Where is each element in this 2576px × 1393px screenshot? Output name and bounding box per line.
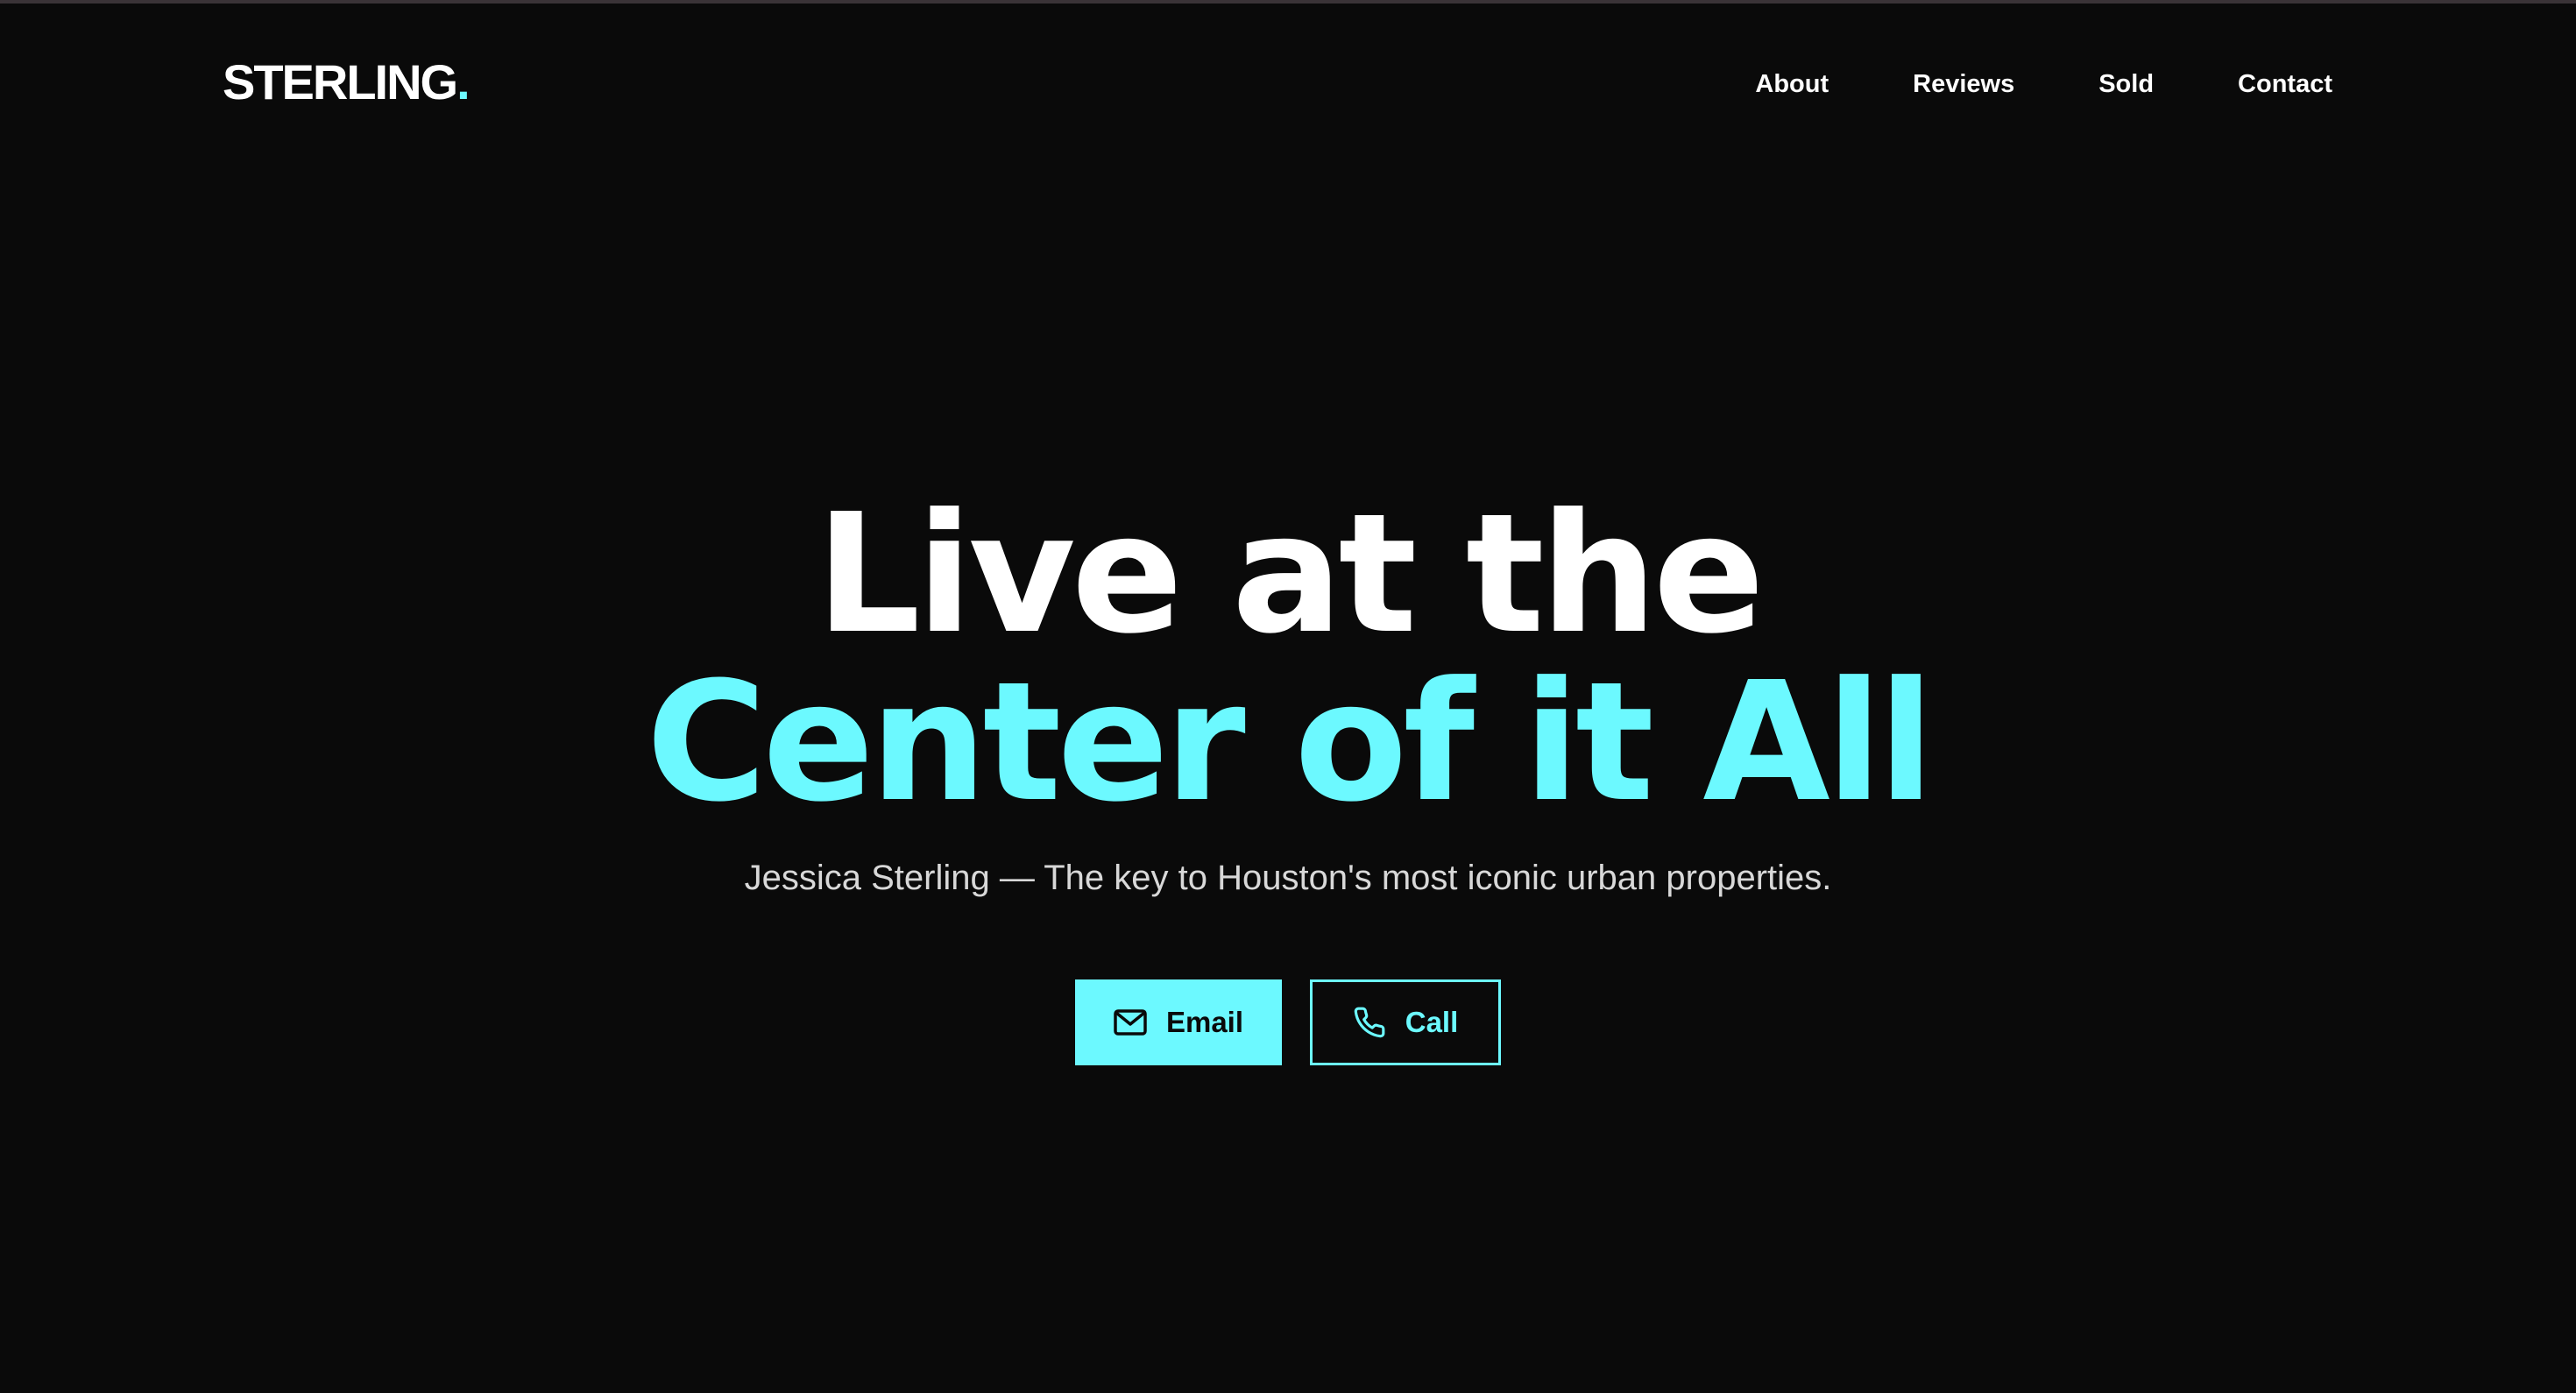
hero-section: Live at the Center of it All Jessica Ste…: [0, 491, 2576, 1065]
email-button-label: Email: [1165, 1006, 1244, 1038]
nav-link-contact[interactable]: Contact: [2238, 72, 2332, 97]
logo-text: STERLING: [223, 54, 458, 110]
cta-buttons: Email Call: [0, 979, 2576, 1065]
nav-link-about[interactable]: About: [1755, 72, 1829, 97]
phone-icon: [1353, 1006, 1386, 1039]
call-button-label: Call: [1405, 1006, 1459, 1038]
logo[interactable]: STERLING.: [223, 58, 471, 107]
hero-headline-line2: Center of it All: [646, 647, 1934, 838]
page: STERLING. About Reviews Sold Contact Liv…: [0, 0, 2576, 1393]
main-nav: About Reviews Sold Contact: [1755, 72, 2332, 97]
nav-link-sold[interactable]: Sold: [2098, 72, 2154, 97]
logo-dot: .: [456, 54, 471, 110]
mail-icon: [1114, 1009, 1147, 1036]
email-button[interactable]: Email: [1075, 979, 1282, 1065]
hero-headline-line1: Live at the: [815, 478, 1765, 670]
nav-link-reviews[interactable]: Reviews: [1913, 72, 2014, 97]
window-top-border: [0, 0, 2576, 4]
call-button[interactable]: Call: [1310, 979, 1501, 1065]
hero-subtitle: Jessica Sterling — The key to Houston's …: [744, 859, 1832, 897]
